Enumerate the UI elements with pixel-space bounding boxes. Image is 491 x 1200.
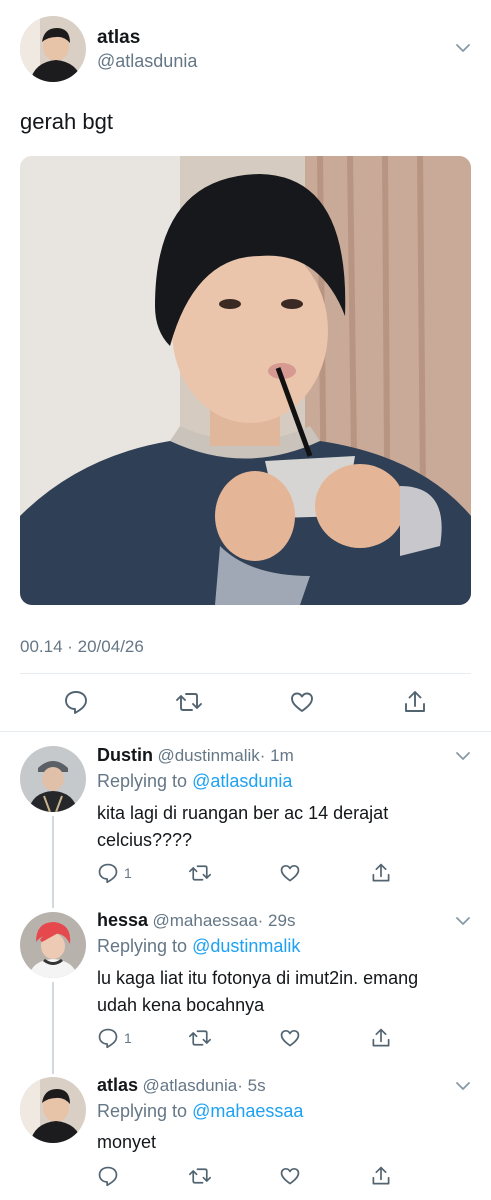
share-icon[interactable] [370, 1027, 392, 1049]
replying-to-mention[interactable]: @atlasdunia [192, 771, 292, 791]
reply-button[interactable] [97, 1165, 119, 1187]
replying-to-mention[interactable]: @mahaessaa [192, 1101, 303, 1121]
divider [0, 731, 491, 732]
retweet-icon[interactable] [188, 1165, 212, 1187]
heart-icon[interactable] [279, 1027, 301, 1049]
replying-to: Replying to @atlasdunia [97, 771, 292, 792]
reply-text-line: celcius???? [97, 830, 193, 850]
reply-text-line: udah kena bocahnya [97, 995, 265, 1015]
reply-button[interactable]: 1 [97, 1027, 132, 1049]
main-handle[interactable]: @atlasdunia [97, 51, 197, 72]
tweet-timestamp[interactable]: 00.14 · 20/04/26 [20, 637, 144, 657]
chevron-down-icon[interactable] [453, 1076, 473, 1096]
reply-display-name[interactable]: Dustin [97, 745, 153, 765]
reply-display-name[interactable]: atlas [97, 1075, 138, 1095]
reply-text: monyet [97, 1129, 467, 1156]
chevron-down-icon[interactable] [453, 911, 473, 931]
thread-line [52, 982, 54, 1074]
reply-count: 1 [124, 865, 132, 881]
reply-count: 1 [124, 1030, 132, 1046]
share-icon[interactable] [370, 862, 392, 884]
retweet-icon[interactable] [188, 1027, 212, 1049]
replying-to: Replying to @mahaessaa [97, 1101, 303, 1122]
retweet-icon[interactable] [188, 862, 212, 884]
heart-icon[interactable] [279, 862, 301, 884]
reply-text-line: lu kaga liat itu fotonya di imut2in. ema… [97, 968, 419, 988]
thread-line [52, 816, 54, 908]
reply-text-line: kita lagi di ruangan ber ac 14 derajat [97, 803, 389, 823]
reply-header: atlas @atlasdunia· 5s [97, 1075, 266, 1096]
tweet-photo[interactable] [20, 156, 471, 605]
chevron-down-icon[interactable] [453, 746, 473, 766]
divider [20, 673, 471, 674]
reply-time[interactable]: · 1m [260, 746, 294, 765]
reply-text-line: monyet [97, 1132, 157, 1152]
replying-to-label: Replying to [97, 936, 188, 956]
heart-icon[interactable] [279, 1165, 301, 1187]
reply-time[interactable]: · 5s [237, 1076, 265, 1095]
reply-avatar[interactable] [20, 912, 86, 978]
replying-to-label: Replying to [97, 771, 188, 791]
reply-header: Dustin @dustinmalik· 1m [97, 745, 294, 766]
reply-handle[interactable]: @mahaessaa [153, 911, 258, 930]
reply-handle[interactable]: @dustinmalik [157, 746, 259, 765]
reply-icon [98, 863, 118, 884]
reply-display-name[interactable]: hessa [97, 910, 148, 930]
main-avatar[interactable] [20, 16, 86, 82]
chevron-down-icon[interactable] [453, 38, 473, 58]
share-icon[interactable] [370, 1165, 392, 1187]
reply-icon [98, 1166, 118, 1187]
share-icon[interactable] [401, 688, 429, 716]
reply-avatar[interactable] [20, 1077, 86, 1143]
reply-button[interactable]: 1 [97, 862, 132, 884]
reply-text: lu kaga liat itu fotonya di imut2in. ema… [97, 965, 477, 1019]
retweet-icon[interactable] [175, 688, 203, 716]
reply-avatar[interactable] [20, 746, 86, 812]
reply-icon [98, 1028, 118, 1049]
reply-time[interactable]: · 29s [258, 911, 296, 930]
replying-to-label: Replying to [97, 1101, 188, 1121]
replying-to-mention[interactable]: @dustinmalik [192, 936, 300, 956]
reply-header: hessa @mahaessaa· 29s [97, 910, 295, 931]
reply-text: kita lagi di ruangan ber ac 14 derajat c… [97, 800, 467, 854]
reply-handle[interactable]: @atlasdunia [142, 1076, 237, 1095]
replying-to: Replying to @dustinmalik [97, 936, 300, 957]
reply-icon[interactable] [62, 688, 90, 716]
main-display-name[interactable]: atlas [97, 27, 140, 49]
main-tweet-text: gerah bgt [20, 109, 113, 134]
heart-icon[interactable] [288, 688, 316, 716]
